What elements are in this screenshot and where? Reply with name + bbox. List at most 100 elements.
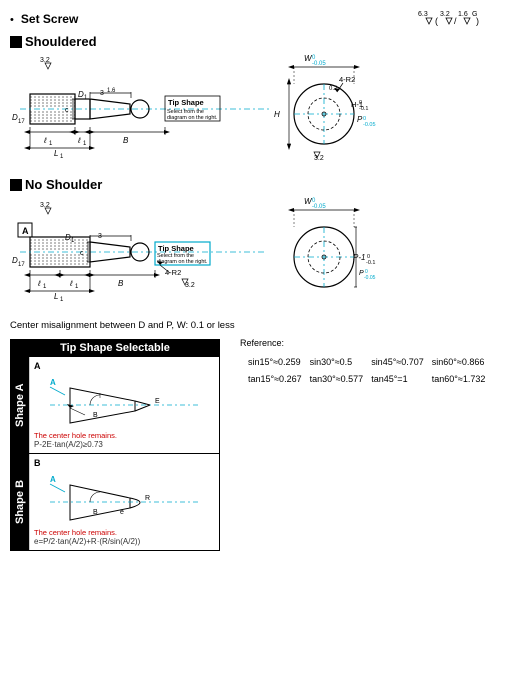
bullet: • [10, 14, 14, 26]
tip-shape-icons: 6.3 ( 3.2 / 1.6 G ) [418, 8, 498, 30]
shape-a-text: Shape A [14, 383, 26, 427]
svg-text:6.3: 6.3 [418, 11, 428, 18]
svg-text:(: ( [435, 16, 438, 26]
reference-table: sin15°≈0.259 sin30°≈0.5 sin45°≈0.707 sin… [240, 353, 493, 388]
svg-text:c: c [65, 107, 69, 114]
tip-row-shape-b: Shape B B A [11, 453, 219, 550]
svg-text:B: B [123, 136, 129, 145]
shape-b-text: Shape B [14, 480, 26, 524]
svg-text:ℓ: ℓ [69, 279, 73, 288]
shape-b-content: B A [29, 454, 219, 550]
ref-tan15: tan15°≈0.267 [248, 371, 302, 387]
tip-row-shape-a: Shape A A A [11, 356, 219, 453]
shape-a-sub-label: A [34, 361, 215, 371]
shouldered-right-diagram: W 0 -0.05 4-R2 [269, 52, 389, 167]
svg-text:L: L [54, 149, 58, 158]
svg-text:B: B [93, 509, 98, 516]
svg-text:1: 1 [83, 141, 87, 147]
shouldered-diagram-area: 3.2 D 17 D 1 [10, 52, 508, 167]
svg-text:3.2: 3.2 [314, 155, 324, 162]
ref-sin15: sin15°≈0.259 [248, 354, 302, 370]
shape-a-note-formula: P-2E·tan(A/2)≥0.73 [34, 440, 103, 449]
set-screw-label: • Set Screw [10, 12, 78, 26]
svg-text:B: B [93, 412, 98, 419]
shouldered-right-svg: W 0 -0.05 4-R2 [269, 52, 389, 167]
svg-text:A: A [50, 378, 56, 387]
tip-icons-svg: 6.3 ( 3.2 / 1.6 G ) [418, 8, 498, 30]
svg-text:4-R2: 4-R2 [165, 268, 181, 277]
shape-a-diagram: A B [34, 373, 215, 428]
svg-text:1.6: 1.6 [107, 88, 116, 94]
no-shoulder-right-svg: W 0 -0.05 [269, 195, 389, 310]
section-black-box-2 [10, 179, 22, 191]
ref-tan30: tan30°≈0.577 [310, 371, 364, 387]
reference-label: Reference: [240, 338, 284, 348]
svg-text:diagram on the right.: diagram on the right. [157, 259, 208, 265]
page: • Set Screw 6.3 ( 3.2 / 1.6 G ) [0, 0, 518, 674]
no-shoulder-left-svg: A 3.2 D 17 D 1 [10, 195, 275, 310]
svg-text:A: A [50, 475, 56, 484]
svg-text:diagram on the right.: diagram on the right. [167, 115, 218, 121]
svg-text:E: E [155, 398, 160, 405]
svg-text:-0.05: -0.05 [364, 275, 376, 281]
shouldered-left-diagram: 3.2 D 17 D 1 [10, 52, 275, 167]
svg-text:3.2: 3.2 [185, 282, 195, 289]
svg-text:B: B [118, 279, 124, 288]
ref-sin30: sin30°≈0.5 [310, 354, 364, 370]
ref-sin45: sin45°≈0.707 [371, 354, 424, 370]
svg-text:A: A [22, 226, 29, 236]
svg-text:17: 17 [18, 262, 25, 268]
shape-a-label: Shape A [11, 357, 29, 453]
svg-text:c: c [80, 250, 84, 257]
svg-text:1: 1 [60, 154, 64, 160]
ref-tan45: tan45°=1 [371, 371, 424, 387]
shape-a-note-red: The center hole remains. [34, 431, 117, 440]
section-black-box [10, 36, 22, 48]
shape-b-label: Shape B [11, 454, 29, 550]
ref-row-2: tan15°≈0.267 tan30°≈0.577 tan45°=1 tan60… [248, 371, 485, 387]
no-shoulder-left-diagram: A 3.2 D 17 D 1 [10, 195, 275, 310]
svg-text:17: 17 [18, 119, 25, 125]
tip-table-title: Tip Shape Selectable [11, 340, 219, 356]
svg-text:Tip Shape: Tip Shape [158, 244, 194, 253]
svg-text:1: 1 [43, 284, 47, 290]
svg-text:-0.1: -0.1 [366, 260, 375, 266]
shape-b-diagram: A B e [34, 470, 215, 525]
shape-a-svg: A B [45, 373, 205, 428]
no-shoulder-title: No Shoulder [25, 177, 102, 192]
svg-text:-0.05: -0.05 [312, 61, 326, 67]
svg-text:H: H [274, 110, 280, 119]
ref-sin60: sin60°≈0.866 [432, 354, 486, 370]
svg-text:ℓ: ℓ [37, 279, 41, 288]
shape-b-note-formula: e=P/2·tan(A/2)+R·(R/sin(A/2)) [34, 537, 140, 546]
shape-a-content: A A [29, 357, 219, 453]
svg-text:R: R [145, 495, 150, 502]
svg-text:1: 1 [84, 95, 88, 101]
shape-b-note: The center hole remains. e=P/2·tan(A/2)+… [34, 528, 215, 546]
svg-text:ℓ: ℓ [43, 136, 47, 145]
svg-text:3: 3 [98, 233, 102, 240]
svg-text:1.6: 1.6 [458, 11, 468, 18]
ref-tan60: tan60°≈1.732 [432, 371, 486, 387]
svg-text:1: 1 [60, 297, 64, 303]
svg-text:-0.05: -0.05 [312, 204, 326, 210]
reference-section: Reference: sin15°≈0.259 sin30°≈0.5 sin45… [240, 335, 493, 389]
shape-b-sub-label: B [34, 458, 215, 468]
header-row: • Set Screw 6.3 ( 3.2 / 1.6 G ) [10, 8, 508, 30]
bottom-section: Tip Shape Selectable Shape A A [10, 335, 508, 551]
no-shoulder-header: No Shoulder [10, 177, 508, 192]
svg-text:-0.1: -0.1 [359, 106, 368, 112]
shape-a-note: The center hole remains. P-2E·tan(A/2)≥0… [34, 431, 215, 449]
svg-text:L: L [54, 292, 58, 301]
svg-text:1: 1 [49, 141, 53, 147]
shouldered-section: Shouldered 3.2 D 17 [10, 34, 508, 167]
svg-text:3: 3 [100, 90, 104, 97]
shape-b-sub-text: B [34, 458, 41, 468]
no-shoulder-section: No Shoulder A 3.2 D 17 [10, 177, 508, 310]
svg-text:): ) [476, 16, 479, 26]
shape-b-note-red: The center hole remains. [34, 528, 117, 537]
ref-row-1: sin15°≈0.259 sin30°≈0.5 sin45°≈0.707 sin… [248, 354, 485, 370]
no-shoulder-diagram-area: A 3.2 D 17 D 1 [10, 195, 508, 310]
misalignment-note: Center misalignment between D and P, W: … [10, 320, 508, 331]
shape-a-sub-text: A [34, 361, 41, 371]
